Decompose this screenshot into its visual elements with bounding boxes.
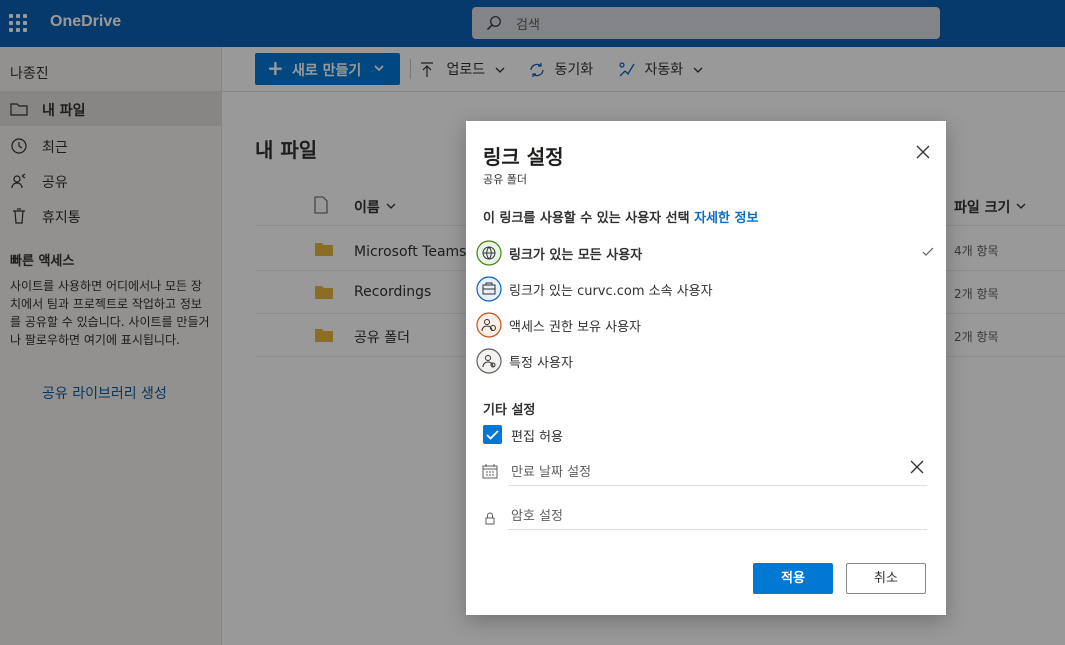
- learn-more-link[interactable]: 자세한 정보: [694, 211, 758, 226]
- option-specific-people[interactable]: 특정 사용자: [474, 344, 938, 378]
- specific-people-icon: [476, 348, 502, 374]
- option-label: 링크가 있는 curvc.com 소속 사용자: [509, 284, 713, 299]
- close-icon[interactable]: [916, 145, 930, 159]
- expiry-date-field[interactable]: 만료 날짜 설정: [508, 456, 927, 486]
- option-organization[interactable]: 링크가 있는 curvc.com 소속 사용자: [474, 272, 938, 306]
- allow-edit-checkbox[interactable]: [483, 425, 502, 444]
- audience-question: 이 링크를 사용할 수 있는 사용자 선택 자세한 정보: [483, 207, 758, 226]
- other-settings-title: 기타 설정: [483, 403, 536, 418]
- expiry-date-placeholder: 만료 날짜 설정: [511, 465, 592, 480]
- link-settings-dialog: 링크 설정 공유 폴더 이 링크를 사용할 수 있는 사용자 선택 자세한 정보…: [466, 121, 946, 615]
- option-label: 링크가 있는 모든 사용자: [509, 248, 643, 263]
- password-placeholder: 암호 설정: [511, 509, 563, 524]
- apply-button[interactable]: 적용: [753, 563, 833, 594]
- dialog-subtitle: 공유 폴더: [483, 173, 527, 186]
- allow-edit-label[interactable]: 편집 허용: [511, 426, 563, 445]
- option-anyone[interactable]: 링크가 있는 모든 사용자: [474, 236, 938, 270]
- checkmark-icon: [922, 247, 934, 256]
- option-label: 액세스 권한 보유 사용자: [509, 320, 641, 335]
- people-icon: [476, 312, 502, 338]
- lock-icon: [485, 512, 495, 525]
- globe-icon: [476, 240, 502, 266]
- checkmark-icon: [486, 430, 499, 440]
- cancel-button[interactable]: 취소: [846, 563, 926, 594]
- dialog-title: 링크 설정: [483, 145, 564, 169]
- audience-question-text: 이 링크를 사용할 수 있는 사용자 선택: [483, 211, 690, 226]
- option-existing-access[interactable]: 액세스 권한 보유 사용자: [474, 308, 938, 342]
- password-field[interactable]: 암호 설정: [508, 500, 927, 530]
- option-label: 특정 사용자: [509, 356, 573, 371]
- organization-icon: [476, 276, 502, 302]
- clear-date-icon[interactable]: [910, 460, 924, 474]
- calendar-icon: [482, 464, 498, 479]
